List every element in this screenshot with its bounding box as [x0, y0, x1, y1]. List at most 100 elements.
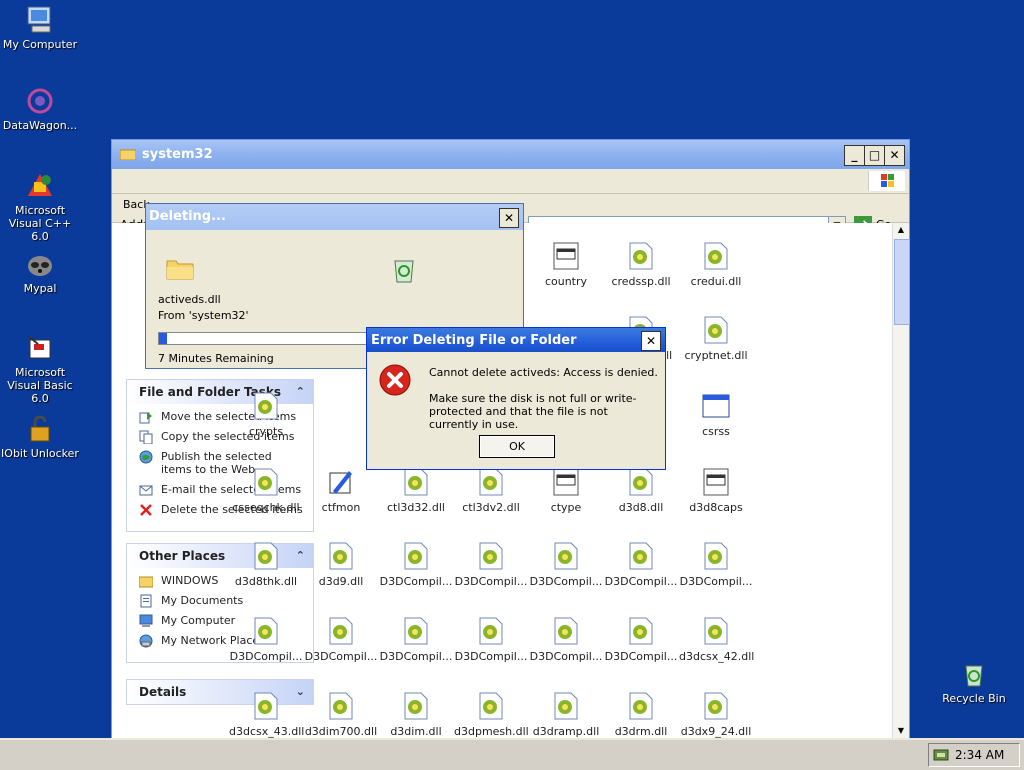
dll-gear-icon [627, 467, 655, 497]
file-item[interactable]: credssp.dll [604, 241, 678, 288]
file-item[interactable]: D3DCompil... [604, 616, 678, 663]
error-close-button[interactable]: ✕ [641, 331, 661, 351]
folder-icon [166, 256, 194, 280]
file-item[interactable]: d3dim700.dll [304, 691, 378, 738]
file-item[interactable]: D3DCompil... [679, 541, 753, 588]
scroll-thumb[interactable] [894, 239, 910, 325]
file-item[interactable]: ctfmon [304, 467, 378, 514]
system-tray: 2:34 AM [928, 743, 1020, 767]
file-item[interactable]: d3d8thk.dll [229, 541, 303, 588]
file-label: D3DCompil... [604, 575, 678, 588]
dll-gear-icon [402, 467, 430, 497]
file-item[interactable]: D3DCompil... [229, 616, 303, 663]
file-label: d3d8thk.dll [234, 575, 298, 588]
file-label: d3dcsx_43.dll [229, 725, 305, 738]
file-label: csrss [702, 425, 730, 438]
maximize-button[interactable]: □ [864, 145, 885, 166]
file-item[interactable]: d3dramp.dll [529, 691, 603, 738]
desktop-icon-datawagon[interactable]: DataWagon... [0, 85, 80, 132]
file-item[interactable]: D3DCompil... [454, 541, 528, 588]
file-label: d3d9.dll [318, 575, 364, 588]
file-label: D3DCompil... [679, 575, 753, 588]
file-item[interactable]: cryptnet.dll [679, 315, 753, 362]
file-item[interactable]: D3DCompil... [529, 541, 603, 588]
file-item[interactable]: d3drm.dll [604, 691, 678, 738]
file-item[interactable]: country [529, 241, 603, 288]
file-item[interactable]: credui.dll [679, 241, 753, 288]
file-label: credui.dll [690, 275, 742, 288]
dll-gear-icon [552, 541, 580, 571]
folder-icon [138, 574, 154, 588]
deleting-file-name: activeds.dll [158, 293, 221, 306]
file-item[interactable]: ctl3dv2.dll [454, 467, 528, 514]
dll-gear-icon [252, 616, 280, 646]
datawagon-icon [24, 85, 56, 117]
file-label: cryptnet.dll [684, 349, 748, 362]
file-item[interactable]: D3DCompil... [529, 616, 603, 663]
tray-app-icon[interactable] [933, 747, 949, 763]
dll-gear-icon [627, 541, 655, 571]
file-item[interactable]: d3d9.dll [304, 541, 378, 588]
minimize-button[interactable]: _ [844, 145, 865, 166]
dll-gear-icon [627, 691, 655, 721]
file-item[interactable]: D3DCompil... [304, 616, 378, 663]
clock[interactable]: 2:34 AM [955, 748, 1004, 762]
file-item[interactable]: d3dpmesh.dll [454, 691, 529, 738]
application-window-icon [702, 391, 730, 421]
mypal-icon [24, 248, 56, 280]
file-label: ctl3dv2.dll [462, 501, 520, 514]
dll-gear-icon [252, 541, 280, 571]
vertical-scrollbar[interactable]: ▲ ▼ [892, 223, 910, 738]
dll-gear-icon [702, 691, 730, 721]
deleting-close-button[interactable]: ✕ [499, 208, 519, 228]
file-item[interactable]: d3d8caps [679, 467, 753, 514]
taskbar: 2:34 AM [0, 738, 1024, 770]
file-label: ctype [550, 501, 582, 514]
ctfmon-pen-icon [327, 467, 355, 497]
place-my-documents[interactable]: My Documents [137, 594, 305, 608]
file-item[interactable]: d3d8.dll [604, 467, 678, 514]
file-label: d3dramp.dll [532, 725, 600, 738]
desktop-icon-my-computer[interactable]: My Computer [0, 4, 80, 51]
file-item[interactable]: D3DCompil... [379, 616, 453, 663]
file-item[interactable]: D3DCompil... [379, 541, 453, 588]
file-item[interactable]: D3DCompil... [454, 616, 528, 663]
file-item[interactable]: D3DCompil... [604, 541, 678, 588]
desktop-icon-visual-basic[interactable]: Microsoft Visual Basic 6.0 [0, 332, 80, 405]
file-label: d3dcsx_42.dll [679, 650, 755, 663]
file-item[interactable]: ctl3d32.dll [379, 467, 453, 514]
ok-button[interactable]: OK [479, 435, 555, 458]
move-icon [139, 410, 153, 424]
iobit-icon [24, 413, 56, 445]
file-label: D3DCompil... [529, 575, 603, 588]
window-titlebar[interactable]: system32 _ □ ✕ [112, 140, 909, 169]
scroll-up-icon[interactable]: ▲ [894, 223, 908, 237]
scroll-down-icon[interactable]: ▼ [894, 724, 908, 738]
file-item[interactable]: csseqchk.dll [229, 467, 303, 514]
error-message-secondary: Make sure the disk is not full or write-… [429, 392, 637, 431]
desktop-icon-iobit[interactable]: IObit Unlocker [0, 413, 80, 460]
desktop-icon-visual-cpp[interactable]: Microsoft Visual C++ 6.0 [0, 170, 80, 243]
file-label: d3dx9_24.dll [680, 725, 752, 738]
file-item[interactable]: ctype [529, 467, 603, 514]
dll-gear-icon [552, 691, 580, 721]
file-item[interactable]: d3dim.dll [379, 691, 453, 738]
file-label: D3DCompil... [379, 650, 453, 663]
file-item[interactable]: crypts [229, 391, 303, 438]
file-item[interactable]: d3dcsx_43.dll [229, 691, 305, 738]
desktop-icon-mypal[interactable]: Mypal [0, 248, 80, 295]
file-label: ctl3d32.dll [387, 501, 445, 514]
desktop-icon-recycle-bin[interactable]: Recycle Bin [934, 658, 1014, 705]
computer-icon [24, 4, 56, 36]
file-item[interactable]: d3dx9_24.dll [679, 691, 753, 738]
file-item[interactable]: csrss [679, 391, 753, 438]
dll-gear-icon [402, 691, 430, 721]
file-item[interactable]: d3dcsx_42.dll [679, 616, 755, 663]
recycle-bin-icon [958, 658, 990, 690]
error-dialog-titlebar[interactable]: Error Deleting File or Folder ✕ [367, 328, 665, 352]
dll-gear-icon [552, 616, 580, 646]
close-button[interactable]: ✕ [884, 145, 905, 166]
deleting-dialog-titlebar[interactable]: Deleting... ✕ [146, 204, 523, 230]
file-label: D3DCompil... [604, 650, 678, 663]
system-file-icon [702, 467, 730, 497]
